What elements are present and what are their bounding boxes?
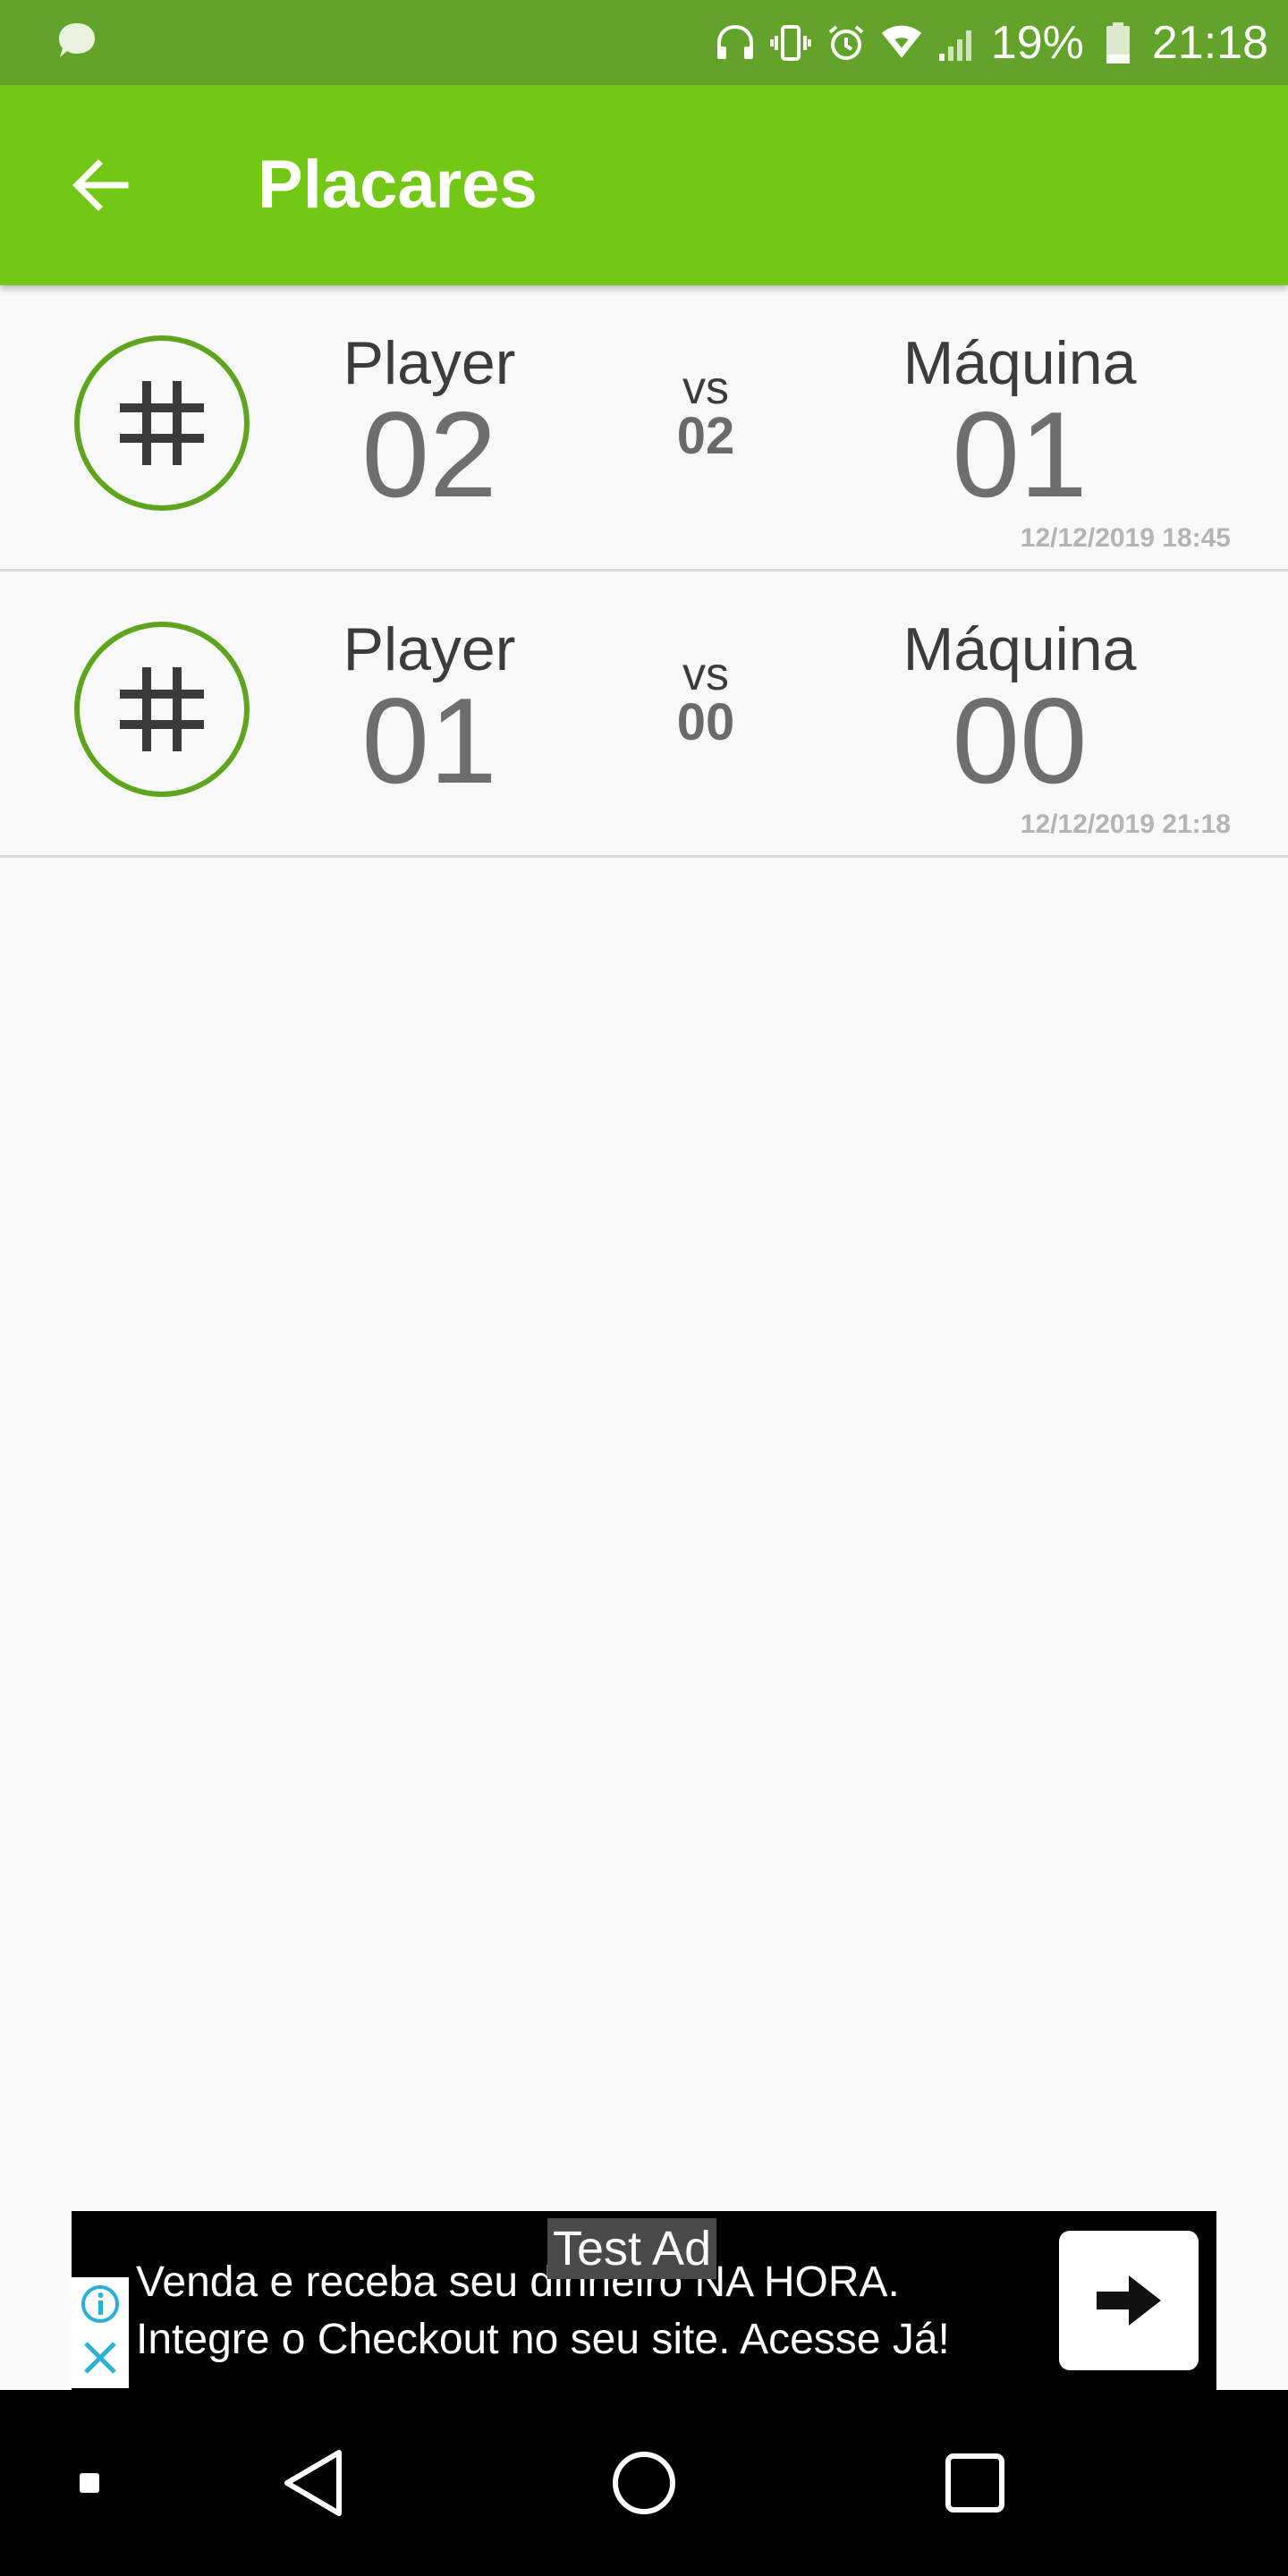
app-bar: Placares: [0, 85, 1288, 285]
alarm-icon: [825, 21, 868, 64]
ad-text[interactable]: Venda e receba seu dinheiro NA HORA. Int…: [136, 2254, 950, 2368]
score-row[interactable]: Player 01 vs 00 Máquina 00 12/12/2019 21…: [0, 572, 1288, 858]
cpu-score: 00: [952, 673, 1088, 809]
arrow-left-icon: [72, 159, 129, 211]
match-date: 12/12/2019 18:45: [1020, 523, 1231, 553]
clock: 21:18: [1151, 16, 1268, 69]
chat-bubble-icon: [54, 18, 100, 64]
wifi-icon: [880, 21, 923, 64]
score-list: Player 02 vs 02 Máquina 01 12/12/2019 18…: [0, 285, 1288, 858]
home-circle-icon[interactable]: [599, 2390, 689, 2576]
headset-icon: [714, 21, 757, 64]
status-bar: 19% 21:18: [0, 0, 1288, 85]
battery-percent: 19%: [990, 16, 1084, 69]
score-row[interactable]: Player 02 vs 02 Máquina 01 12/12/2019 18…: [0, 285, 1288, 572]
info-icon[interactable]: [79, 2283, 122, 2326]
player-score: 01: [361, 673, 497, 809]
player-score: 02: [361, 386, 497, 522]
back-button[interactable]: [52, 140, 148, 230]
arrow-right-icon: [1097, 2275, 1161, 2326]
hash-grid-icon: [74, 622, 250, 797]
draws-score: 02: [676, 407, 735, 465]
ad-line-2: Integre o Checkout no seu site. Acesse J…: [136, 2316, 950, 2363]
signal-icon: [936, 21, 979, 64]
cpu-score: 01: [952, 386, 1088, 522]
battery-icon: [1097, 21, 1140, 64]
draws-score: 00: [676, 693, 735, 751]
close-icon[interactable]: [79, 2336, 122, 2379]
page-title: Placares: [258, 147, 538, 223]
navigation-bar: [0, 2390, 1288, 2576]
match-date: 12/12/2019 21:18: [1020, 809, 1231, 839]
hash-grid-icon: [74, 335, 250, 511]
ad-choices[interactable]: [72, 2277, 129, 2388]
back-triangle-icon[interactable]: [268, 2390, 358, 2576]
square-dot-icon[interactable]: [63, 2390, 116, 2576]
ad-line-1: Venda e receba seu dinheiro NA HORA.: [136, 2258, 900, 2306]
ad-open-button[interactable]: [1059, 2231, 1199, 2370]
ad-banner[interactable]: Venda e receba seu dinheiro NA HORA. Int…: [72, 2211, 1216, 2390]
test-ad-badge: Test Ad: [547, 2218, 717, 2279]
vibrate-icon: [769, 21, 812, 64]
recents-square-icon[interactable]: [930, 2390, 1020, 2576]
